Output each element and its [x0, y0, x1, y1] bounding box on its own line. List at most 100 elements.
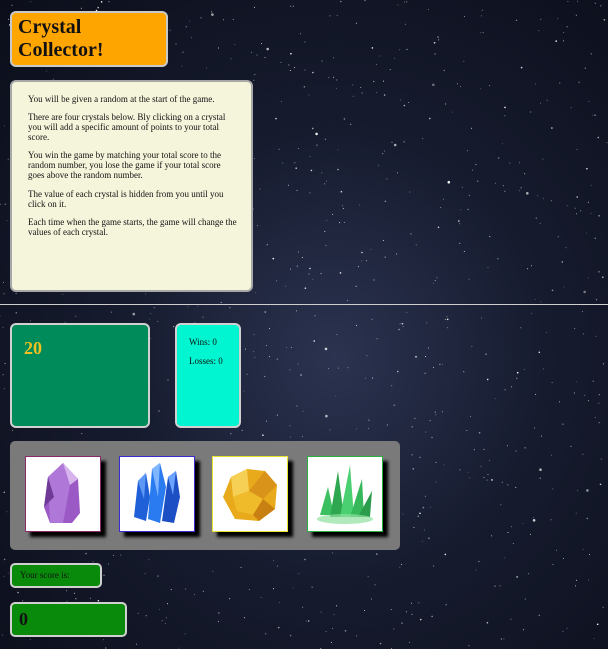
star — [472, 169, 473, 171]
star — [368, 419, 370, 421]
star — [7, 572, 9, 574]
star — [516, 371, 519, 374]
star — [573, 392, 575, 394]
star — [486, 621, 489, 624]
star — [475, 569, 477, 571]
star — [411, 454, 413, 456]
star — [292, 5, 294, 7]
star — [164, 622, 166, 624]
star — [145, 293, 147, 295]
star — [504, 106, 506, 109]
star — [437, 36, 439, 38]
star — [534, 298, 536, 300]
star — [178, 647, 180, 649]
star — [376, 553, 378, 555]
star — [419, 512, 421, 515]
star — [301, 436, 303, 437]
star — [410, 233, 412, 235]
star — [394, 57, 396, 59]
star — [602, 606, 604, 608]
star — [75, 598, 77, 600]
star — [406, 1, 408, 3]
star — [588, 400, 589, 402]
star — [509, 162, 511, 164]
star — [411, 426, 413, 428]
star — [401, 322, 404, 325]
star — [598, 215, 600, 217]
star — [165, 617, 167, 619]
star — [359, 204, 360, 206]
crystal-button-purple[interactable] — [25, 456, 101, 532]
star — [383, 94, 386, 96]
star — [574, 328, 576, 330]
star — [103, 639, 105, 641]
star — [185, 26, 187, 28]
star — [582, 333, 584, 335]
star — [531, 265, 532, 267]
star — [311, 127, 314, 130]
star — [254, 7, 255, 8]
crystal-button-green[interactable] — [307, 456, 383, 532]
star — [289, 70, 291, 71]
star — [421, 540, 423, 542]
star — [403, 104, 406, 107]
star — [552, 563, 554, 565]
star — [187, 306, 189, 307]
star — [602, 363, 604, 365]
instruction-text: Each time when the game starts, the game… — [28, 216, 237, 237]
star — [524, 598, 526, 600]
star — [485, 353, 487, 356]
star — [377, 164, 379, 166]
star — [289, 369, 291, 371]
page-title: Crystal Collector! — [18, 16, 104, 61]
star — [543, 368, 545, 370]
star — [393, 404, 396, 407]
star — [333, 76, 335, 78]
star — [105, 647, 107, 649]
star — [467, 471, 469, 473]
star — [185, 588, 187, 590]
star — [459, 469, 461, 471]
star — [282, 162, 284, 164]
star — [355, 285, 357, 287]
star — [344, 630, 347, 632]
star — [254, 356, 256, 358]
star — [594, 2, 596, 4]
star — [206, 67, 208, 69]
star — [81, 433, 83, 434]
star — [368, 428, 370, 429]
star — [570, 107, 572, 109]
star — [296, 405, 298, 407]
star — [212, 570, 214, 572]
crystal-button-blue[interactable] — [119, 456, 195, 532]
star — [391, 385, 393, 387]
star — [364, 377, 366, 379]
star — [390, 609, 392, 610]
instructions-panel: You will be given a random at the start … — [10, 80, 253, 292]
star — [576, 196, 578, 198]
star — [538, 351, 541, 354]
star — [17, 591, 19, 594]
star — [516, 377, 518, 379]
star — [301, 257, 303, 258]
star — [246, 373, 248, 375]
star — [443, 69, 445, 71]
star — [433, 282, 434, 284]
star — [411, 602, 412, 604]
star — [289, 425, 291, 427]
star — [480, 32, 482, 34]
star — [384, 150, 385, 152]
star — [520, 187, 522, 189]
star — [481, 9, 483, 11]
star — [445, 604, 447, 606]
star — [446, 316, 448, 317]
star — [347, 300, 349, 302]
star — [403, 1, 405, 3]
star — [308, 273, 310, 275]
star — [289, 634, 292, 637]
star — [460, 209, 462, 211]
crystal-button-yellow[interactable] — [212, 456, 288, 532]
star — [336, 79, 338, 81]
star — [520, 66, 523, 69]
star — [423, 529, 425, 531]
